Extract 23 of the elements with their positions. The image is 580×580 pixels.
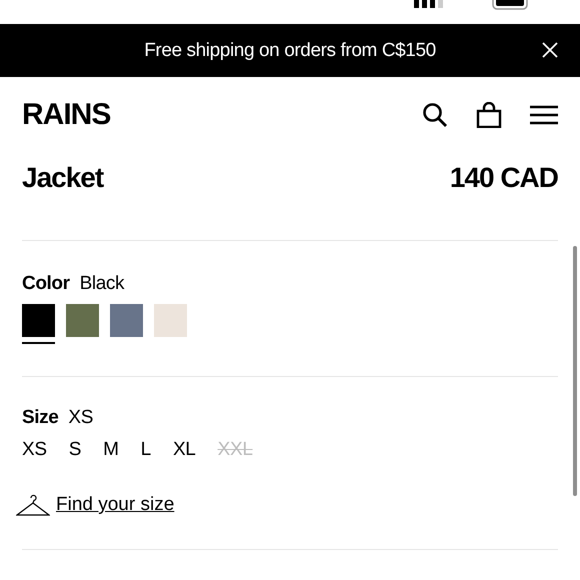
search-icon[interactable] bbox=[422, 102, 448, 128]
size-label: Size bbox=[22, 407, 58, 429]
color-label: Color bbox=[22, 273, 70, 295]
size-option[interactable]: M bbox=[103, 439, 119, 461]
close-icon[interactable] bbox=[542, 42, 558, 58]
color-swatch[interactable] bbox=[154, 304, 187, 337]
bag-icon[interactable] bbox=[476, 102, 502, 128]
banner-text: Free shipping on orders from C$150 bbox=[144, 40, 436, 62]
color-swatch[interactable] bbox=[110, 304, 143, 337]
find-size-link[interactable]: Find your size bbox=[56, 494, 174, 516]
color-swatch[interactable] bbox=[66, 304, 99, 337]
brand-logo[interactable]: RAINS bbox=[22, 98, 422, 132]
hanger-icon bbox=[16, 493, 50, 517]
size-option[interactable]: L bbox=[140, 439, 151, 461]
selected-color: Black bbox=[80, 273, 124, 295]
menu-icon[interactable] bbox=[530, 105, 558, 125]
size-option[interactable]: XL bbox=[172, 439, 196, 461]
size-option[interactable]: S bbox=[68, 439, 82, 461]
product-name: Jacket bbox=[22, 162, 104, 194]
selected-size: XS bbox=[68, 407, 93, 429]
color-swatch[interactable] bbox=[22, 304, 55, 337]
product-price: 140 CAD bbox=[450, 162, 558, 194]
size-option[interactable]: XS bbox=[22, 439, 47, 461]
